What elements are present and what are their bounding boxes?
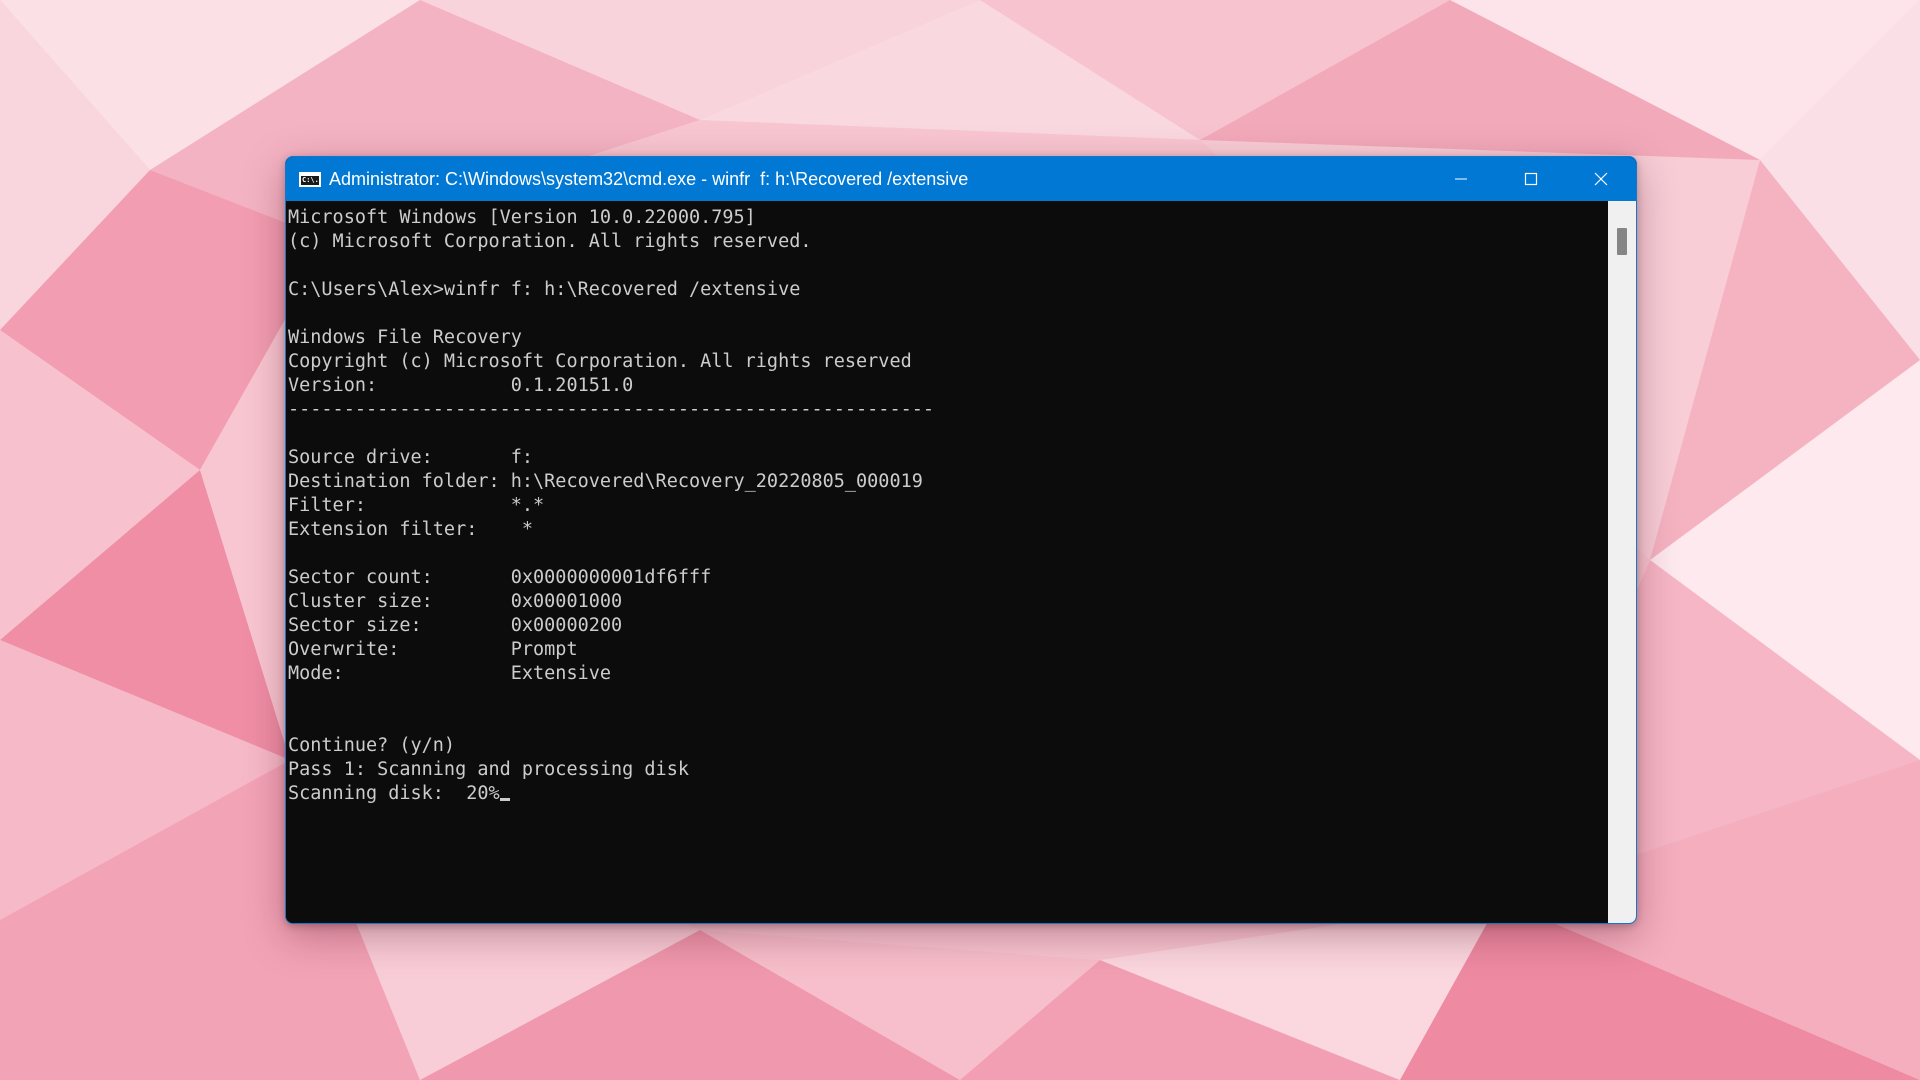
console-line-current[interactable]: Scanning disk: 20% (288, 782, 1608, 806)
title-bar[interactable]: C:\. Administrator: C:\Windows\system32\… (286, 157, 1636, 201)
scrollbar-thumb[interactable] (1617, 228, 1627, 255)
console-line: Overwrite: Prompt (288, 639, 578, 660)
console-line: Sector size: 0x00000200 (288, 615, 623, 636)
minimize-button[interactable] (1426, 157, 1496, 201)
console-line: Microsoft Windows [Version 10.0.22000.79… (288, 207, 756, 228)
console-line: Version: 0.1.20151.0 (288, 375, 634, 396)
window-title: Administrator: C:\Windows\system32\cmd.e… (329, 168, 969, 189)
console-line: Continue? (y/n) (288, 735, 456, 756)
scan-progress-text: Scanning disk: 20% (288, 783, 500, 804)
maximize-button[interactable] (1496, 157, 1566, 201)
console-line: Filter: *.* (288, 495, 545, 516)
console-line: Sector count: 0x0000000001df6fff (288, 567, 712, 588)
console-line: Copyright (c) Microsoft Corporation. All… (288, 351, 912, 372)
window-controls (1426, 157, 1636, 201)
cmd-window[interactable]: C:\. Administrator: C:\Windows\system32\… (285, 156, 1637, 924)
console-line: Destination folder: h:\Recovered\Recover… (288, 471, 923, 492)
console-output[interactable]: Microsoft Windows [Version 10.0.22000.79… (286, 201, 1608, 923)
minimize-icon (1455, 178, 1467, 180)
console-line: ----------------------------------------… (288, 399, 935, 420)
console-line: Extension filter: * (288, 519, 534, 540)
cmd-icon-label: C:\. (301, 175, 319, 185)
console-line: Windows File Recovery (288, 327, 522, 348)
maximize-icon (1524, 172, 1538, 186)
vertical-scrollbar[interactable] (1608, 201, 1636, 923)
console-line: Pass 1: Scanning and processing disk (288, 759, 689, 780)
cmd-icon[interactable]: C:\. (299, 171, 321, 187)
console-line: Source drive: f: (288, 447, 534, 468)
console-line: Cluster size: 0x00001000 (288, 591, 623, 612)
text-cursor (499, 798, 510, 801)
console-line: (c) Microsoft Corporation. All rights re… (288, 231, 812, 252)
close-icon (1594, 172, 1608, 186)
console-line: Mode: Extensive (288, 663, 612, 684)
close-button[interactable] (1566, 157, 1636, 201)
console-line: C:\Users\Alex>winfr f: h:\Recovered /ext… (288, 279, 801, 300)
